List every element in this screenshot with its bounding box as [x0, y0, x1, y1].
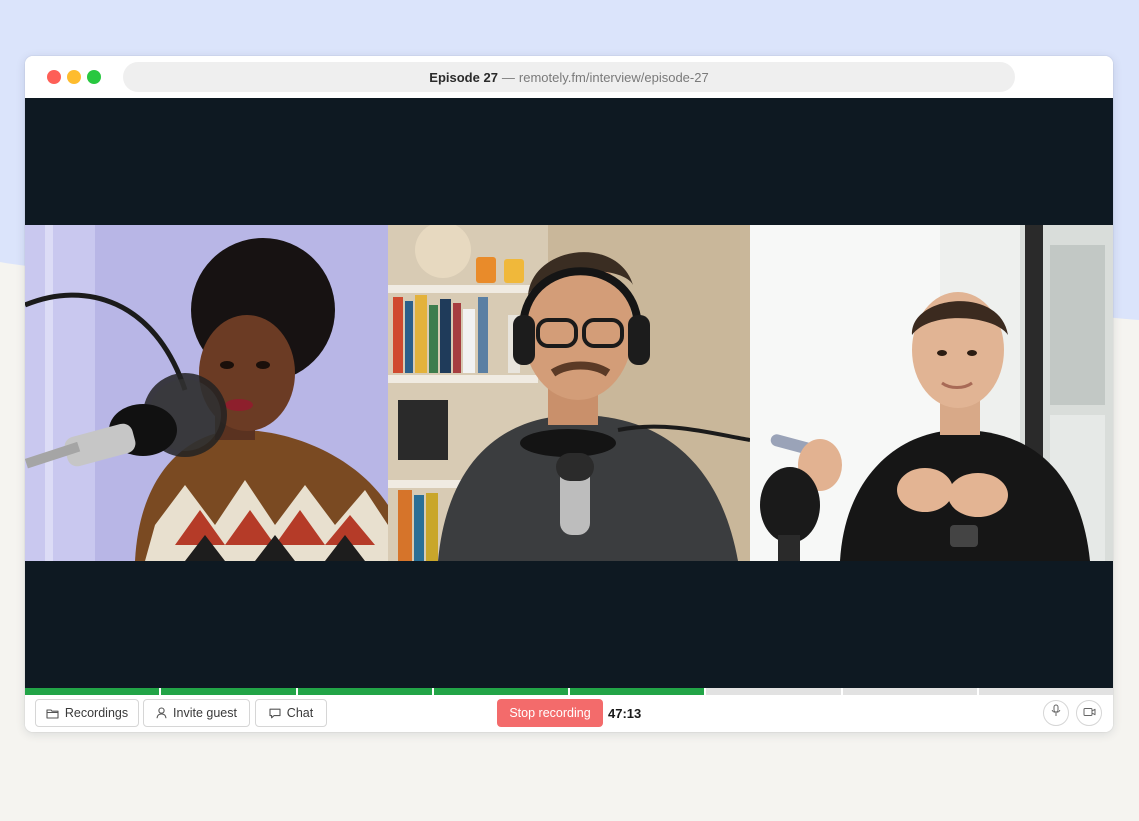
invite-guest-label: Invite guest	[173, 706, 237, 720]
progress-segment-complete	[297, 688, 432, 695]
video-tile-participant-3[interactable]	[750, 225, 1113, 561]
progress-segment-pending	[842, 688, 977, 695]
microphone-icon	[1051, 704, 1061, 722]
progress-segment-pending	[706, 688, 841, 695]
recording-progress-bar	[25, 688, 1113, 695]
bottom-toolbar: Recordings Invite guest Chat Stop record…	[25, 695, 1113, 732]
video-stage	[25, 98, 1113, 688]
recordings-button[interactable]: Recordings	[35, 699, 139, 727]
progress-segment-complete	[570, 688, 705, 695]
video-tile-participant-2[interactable]	[388, 225, 750, 561]
title-separator: —	[501, 69, 515, 85]
title-bar: Episode 27 — remotely.fm/interview/episo…	[25, 56, 1113, 98]
folder-icon	[46, 708, 59, 719]
episode-title: Episode 27	[429, 69, 498, 85]
invite-guest-button[interactable]: Invite guest	[143, 699, 250, 727]
page-url: remotely.fm/interview/episode-27	[518, 69, 709, 85]
participant-3-video	[750, 225, 1113, 561]
address-bar[interactable]: Episode 27 — remotely.fm/interview/episo…	[123, 62, 1015, 92]
minimize-window-button[interactable]	[67, 70, 81, 84]
user-icon	[156, 707, 167, 719]
recordings-label: Recordings	[64, 706, 129, 720]
stop-recording-button[interactable]: Stop recording	[497, 699, 603, 727]
microphone-toggle-button[interactable]	[1043, 700, 1069, 726]
recording-timer: 47:13	[608, 706, 642, 721]
chat-label: Chat	[286, 706, 314, 720]
progress-segment-complete	[161, 688, 296, 695]
video-tile-participant-1[interactable]	[25, 225, 388, 561]
progress-segment-pending	[978, 688, 1113, 695]
chat-button[interactable]: Chat	[255, 699, 327, 727]
video-camera-icon	[1083, 704, 1096, 722]
browser-window: Episode 27 — remotely.fm/interview/episo…	[25, 56, 1113, 732]
camera-toggle-button[interactable]	[1076, 700, 1102, 726]
chat-bubble-icon	[269, 708, 281, 719]
participant-1-video	[25, 225, 388, 561]
close-window-button[interactable]	[47, 70, 61, 84]
progress-segment-complete	[433, 688, 568, 695]
participant-2-video	[388, 225, 750, 561]
progress-segment-complete	[25, 688, 160, 695]
maximize-window-button[interactable]	[87, 70, 101, 84]
